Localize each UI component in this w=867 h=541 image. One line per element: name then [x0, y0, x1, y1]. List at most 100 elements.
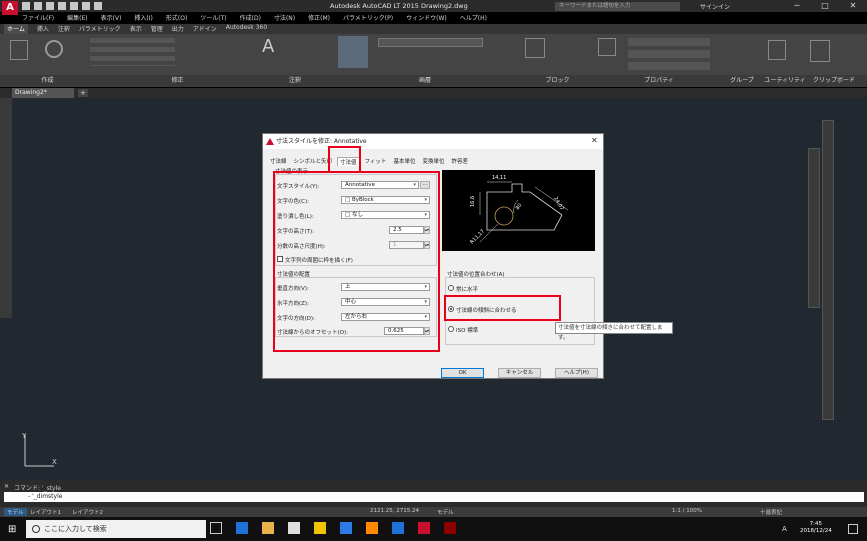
- task-view-icon[interactable]: [210, 522, 222, 534]
- menu-draw[interactable]: 作成(D): [240, 13, 261, 23]
- align-horizontal-radio[interactable]: [448, 285, 454, 291]
- linetype-dropdown[interactable]: [628, 50, 710, 58]
- search-icon: [32, 525, 40, 533]
- svg-text:Y: Y: [21, 432, 27, 440]
- tab-model[interactable]: モデル: [4, 508, 27, 516]
- tab-alternate-units[interactable]: 変換単位: [420, 157, 446, 166]
- tab-layout1[interactable]: レイアウト1: [30, 508, 61, 516]
- panel-groups[interactable]: グループ: [723, 75, 761, 87]
- text-tool-icon[interactable]: A: [262, 36, 274, 57]
- panel-annotation[interactable]: 注釈: [260, 75, 330, 87]
- ok-button[interactable]: OK: [441, 368, 484, 378]
- print-icon[interactable]: [70, 2, 78, 10]
- maximize-button[interactable]: □: [811, 0, 839, 12]
- lineweight-dropdown[interactable]: [628, 62, 710, 70]
- highlight-text-tab: [328, 146, 361, 173]
- signin-link[interactable]: サインイン: [700, 2, 730, 11]
- panel-clipboard[interactable]: クリップボード: [809, 75, 859, 87]
- menu-edit[interactable]: 編集(E): [67, 13, 87, 23]
- tab-annotate[interactable]: 注釈: [58, 24, 70, 34]
- panel-draw[interactable]: 作成: [0, 75, 95, 87]
- panel-layers[interactable]: 画層: [330, 75, 520, 87]
- menu-parametric[interactable]: パラメトリック(P): [343, 13, 393, 23]
- help-button[interactable]: ヘルプ(H): [555, 368, 598, 378]
- tab-home[interactable]: ホーム: [4, 24, 28, 34]
- menu-window[interactable]: ウィンドウ(W): [406, 13, 447, 23]
- tab-view[interactable]: 表示: [130, 24, 142, 34]
- menu-insert[interactable]: 挿入(I): [134, 13, 152, 23]
- measure-icon[interactable]: [768, 40, 786, 60]
- tool-palette-right[interactable]: [822, 120, 834, 420]
- close-button[interactable]: ✕: [839, 0, 867, 12]
- saveas-icon[interactable]: [58, 2, 66, 10]
- mail-icon[interactable]: [288, 522, 300, 534]
- minimize-button[interactable]: ─: [783, 0, 811, 12]
- circle-tool-icon[interactable]: [45, 40, 63, 58]
- panel-block[interactable]: ブロック: [520, 75, 595, 87]
- ie-icon[interactable]: [392, 522, 404, 534]
- cancel-button[interactable]: キャンセル: [498, 368, 541, 378]
- match-properties-icon[interactable]: [598, 38, 616, 56]
- tab-addins[interactable]: アドイン: [193, 24, 217, 34]
- insert-block-icon[interactable]: [525, 38, 545, 58]
- tab-manage[interactable]: 管理: [151, 24, 163, 34]
- space-toggle[interactable]: モデル: [437, 508, 454, 516]
- ribbon-panel-titles: 作成 修正 注釈 画層 ブロック プロパティ グループ ユーティリティ クリップ…: [0, 75, 867, 87]
- panel-utilities[interactable]: ユーティリティ: [761, 75, 809, 87]
- modify-tools[interactable]: [90, 38, 175, 66]
- menu-format[interactable]: 形式(O): [166, 13, 187, 23]
- media-icon[interactable]: [366, 522, 378, 534]
- tab-layout2[interactable]: レイアウト2: [72, 508, 103, 516]
- tab-output[interactable]: 出力: [172, 24, 184, 34]
- color-dropdown[interactable]: [628, 38, 710, 46]
- windows-start-icon[interactable]: ⊞: [8, 524, 16, 535]
- tab-insert[interactable]: 挿入: [37, 24, 49, 34]
- menu-file[interactable]: ファイル(F): [22, 13, 54, 23]
- tab-a360[interactable]: Autodesk 360: [226, 24, 267, 34]
- search-input[interactable]: キーワードまたは語句を入力: [555, 2, 680, 11]
- app-icon[interactable]: [340, 522, 352, 534]
- menu-help[interactable]: ヘルプ(H): [460, 13, 487, 23]
- tab-fit[interactable]: フィット: [363, 157, 389, 166]
- annotation-scale[interactable]: 1:1 / 100%: [672, 508, 702, 514]
- doc-tab-drawing2[interactable]: Drawing2*: [12, 88, 74, 98]
- redo-icon[interactable]: [94, 2, 102, 10]
- layer-properties-icon[interactable]: [338, 36, 368, 68]
- autocad-taskbar-icon[interactable]: [418, 522, 430, 534]
- left-tool-palette[interactable]: [0, 98, 12, 318]
- line-tool-icon[interactable]: [10, 40, 28, 60]
- menu-modify[interactable]: 修正(M): [308, 13, 330, 23]
- ime-indicator[interactable]: A: [782, 525, 787, 533]
- align-iso-radio[interactable]: [448, 326, 454, 332]
- app-logo[interactable]: A: [2, 1, 18, 15]
- autocad-lt-taskbar-icon[interactable]: [444, 522, 456, 534]
- paste-icon[interactable]: [810, 40, 830, 62]
- layer-dropdown[interactable]: [378, 38, 483, 47]
- tab-tolerances[interactable]: 許容差: [449, 157, 470, 166]
- menu-tools[interactable]: ツール(T): [200, 13, 226, 23]
- tab-parametric[interactable]: パラメトリック: [79, 24, 121, 34]
- edge-icon[interactable]: [236, 522, 248, 534]
- file-explorer-icon[interactable]: [262, 522, 274, 534]
- panel-modify[interactable]: 修正: [95, 75, 260, 87]
- open-icon[interactable]: [34, 2, 42, 10]
- undo-icon[interactable]: [82, 2, 90, 10]
- tab-primary-units[interactable]: 基本単位: [391, 157, 417, 166]
- dialog-close-icon[interactable]: ✕: [591, 136, 598, 145]
- command-input[interactable]: - '_dimstyle: [4, 492, 864, 502]
- notification-icon[interactable]: [848, 524, 858, 534]
- properties-palette[interactable]: [808, 148, 820, 308]
- menu-dimension[interactable]: 寸法(N): [274, 13, 295, 23]
- menu-view[interactable]: 表示(V): [101, 13, 122, 23]
- store-icon[interactable]: [314, 522, 326, 534]
- tab-lines[interactable]: 寸法線: [268, 157, 289, 166]
- panel-properties[interactable]: プロパティ: [595, 75, 723, 87]
- taskbar-search[interactable]: ここに入力して検索: [26, 520, 206, 538]
- new-tab-icon[interactable]: +: [78, 89, 88, 97]
- units-notation[interactable]: 十進表記: [760, 508, 782, 516]
- taskbar-clock[interactable]: 7:45 2018/12/24: [800, 521, 832, 535]
- new-icon[interactable]: [22, 2, 30, 10]
- align-horizontal-label: 常に水平: [456, 287, 479, 293]
- close-icon[interactable]: ✕: [4, 483, 9, 490]
- save-icon[interactable]: [46, 2, 54, 10]
